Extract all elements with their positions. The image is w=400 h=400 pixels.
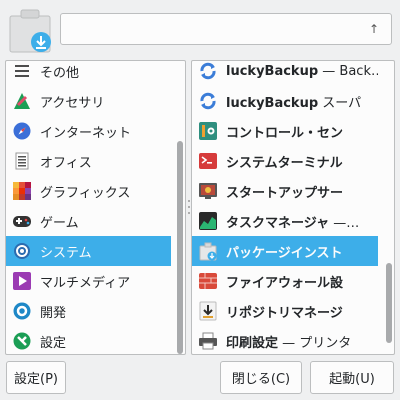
application-item[interactable]: リポジトリマネージ xyxy=(192,296,378,326)
arrow-up-icon[interactable]: ↑ xyxy=(367,22,381,36)
settings-icon xyxy=(12,331,32,351)
application-item[interactable]: luckyBackup スーパ xyxy=(192,86,378,116)
repository-icon xyxy=(198,301,218,321)
application-item[interactable]: パッケージインスト xyxy=(192,236,378,266)
application-label: ファイアウォール設 xyxy=(226,272,343,291)
category-item[interactable]: アクセサリ xyxy=(6,86,171,116)
application-item[interactable]: ファイアウォール設 xyxy=(192,266,378,296)
application-label: パッケージインスト xyxy=(226,242,342,261)
application-scrollbar[interactable] xyxy=(384,61,394,354)
startup-icon xyxy=(198,181,218,201)
accessories-icon xyxy=(12,91,32,111)
application-label: タスクマネージャ —… xyxy=(226,212,359,231)
application-label: システムターミナル xyxy=(226,152,343,171)
graphics-icon xyxy=(12,181,32,201)
application-scrollbar-thumb[interactable] xyxy=(386,263,392,343)
application-label: 印刷設定 — プリンタ xyxy=(226,332,351,351)
category-label: アクセサリ xyxy=(40,95,105,111)
application-item[interactable]: luckyBackup — Back… xyxy=(192,61,378,86)
category-item[interactable]: 設定 xyxy=(6,326,171,354)
category-label: ゲーム xyxy=(40,215,79,231)
application-description: — プリンタ xyxy=(278,335,352,351)
application-name: 印刷設定 xyxy=(226,335,279,351)
task-manager-icon xyxy=(198,211,218,231)
sync-icon xyxy=(198,61,218,81)
category-label: インターネット xyxy=(40,125,132,141)
application-name: コントロール・セン xyxy=(226,125,344,141)
package-installer-app-icon xyxy=(8,8,52,54)
category-item[interactable]: オフィス xyxy=(6,146,171,176)
gear-icon xyxy=(12,241,32,261)
sync-icon xyxy=(198,91,218,111)
control-center-icon xyxy=(198,121,218,141)
application-label: luckyBackup スーパ xyxy=(226,92,361,111)
search-input[interactable] xyxy=(67,20,357,38)
package-installer-icon xyxy=(198,241,218,261)
search-field[interactable]: ↑ xyxy=(60,13,392,45)
application-name: システムターミナル xyxy=(226,155,343,171)
application-item[interactable]: スタートアップサー xyxy=(192,176,378,206)
application-label: luckyBackup — Back… xyxy=(226,64,378,79)
category-label: マルチメディア xyxy=(40,275,131,291)
application-item[interactable]: システムターミナル xyxy=(192,146,378,176)
development-icon xyxy=(12,301,32,321)
application-item[interactable]: 印刷設定 — プリンタ xyxy=(192,326,378,354)
category-label: 開発 xyxy=(40,305,67,321)
printer-icon xyxy=(198,331,218,351)
category-label: システム xyxy=(40,245,92,261)
application-label: スタートアップサー xyxy=(226,182,343,201)
category-item[interactable]: ゲーム xyxy=(6,206,171,236)
application-name: タスクマネージャ xyxy=(226,215,330,231)
application-description: —… xyxy=(329,215,360,231)
close-button[interactable]: 閉じる(C) xyxy=(220,361,302,394)
category-label: オフィス xyxy=(40,155,92,171)
application-description: スーパ xyxy=(318,95,362,111)
category-item[interactable]: マルチメディア xyxy=(6,266,171,296)
category-list: その他アクセサリインターネット オフィスグラフィックス ゲームシステムマルチメディア… xyxy=(5,60,186,355)
category-scrollbar-thumb[interactable] xyxy=(177,141,183,354)
play-icon xyxy=(12,271,32,291)
list-icon xyxy=(12,61,32,81)
category-label: その他 xyxy=(40,65,80,81)
terminal-icon xyxy=(198,151,218,171)
compass-icon xyxy=(12,121,32,141)
application-list: luckyBackup — Back… luckyBackup スーパ コントロール… xyxy=(191,60,395,355)
category-label: 設定 xyxy=(40,335,67,351)
category-item[interactable]: 開発 xyxy=(6,296,171,326)
settings-button[interactable]: 設定(P) xyxy=(6,361,66,394)
category-item[interactable]: その他 xyxy=(6,61,171,86)
application-name: パッケージインスト xyxy=(226,245,343,261)
application-name: ファイアウォール設 xyxy=(226,275,344,291)
firewall-icon xyxy=(198,271,218,291)
application-item[interactable]: コントロール・セン xyxy=(192,116,378,146)
application-description: — Back… xyxy=(318,63,378,79)
application-name: luckyBackup xyxy=(226,63,319,79)
category-item[interactable]: グラフィックス xyxy=(6,176,171,206)
application-name: スタートアップサー xyxy=(226,185,344,201)
application-name: luckyBackup xyxy=(226,95,319,111)
category-scrollbar[interactable] xyxy=(175,61,185,354)
launch-button[interactable]: 起動(U) xyxy=(310,361,394,394)
category-item[interactable]: システム xyxy=(6,236,171,266)
category-label: グラフィックス xyxy=(40,185,131,201)
gamepad-icon xyxy=(12,211,32,231)
document-icon xyxy=(12,151,32,171)
application-label: リポジトリマネージ xyxy=(226,302,343,321)
application-label: コントロール・セン xyxy=(226,122,343,141)
category-item[interactable]: インターネット xyxy=(6,116,171,146)
application-name: リポジトリマネージ xyxy=(226,305,343,321)
application-item[interactable]: タスクマネージャ —… xyxy=(192,206,378,236)
